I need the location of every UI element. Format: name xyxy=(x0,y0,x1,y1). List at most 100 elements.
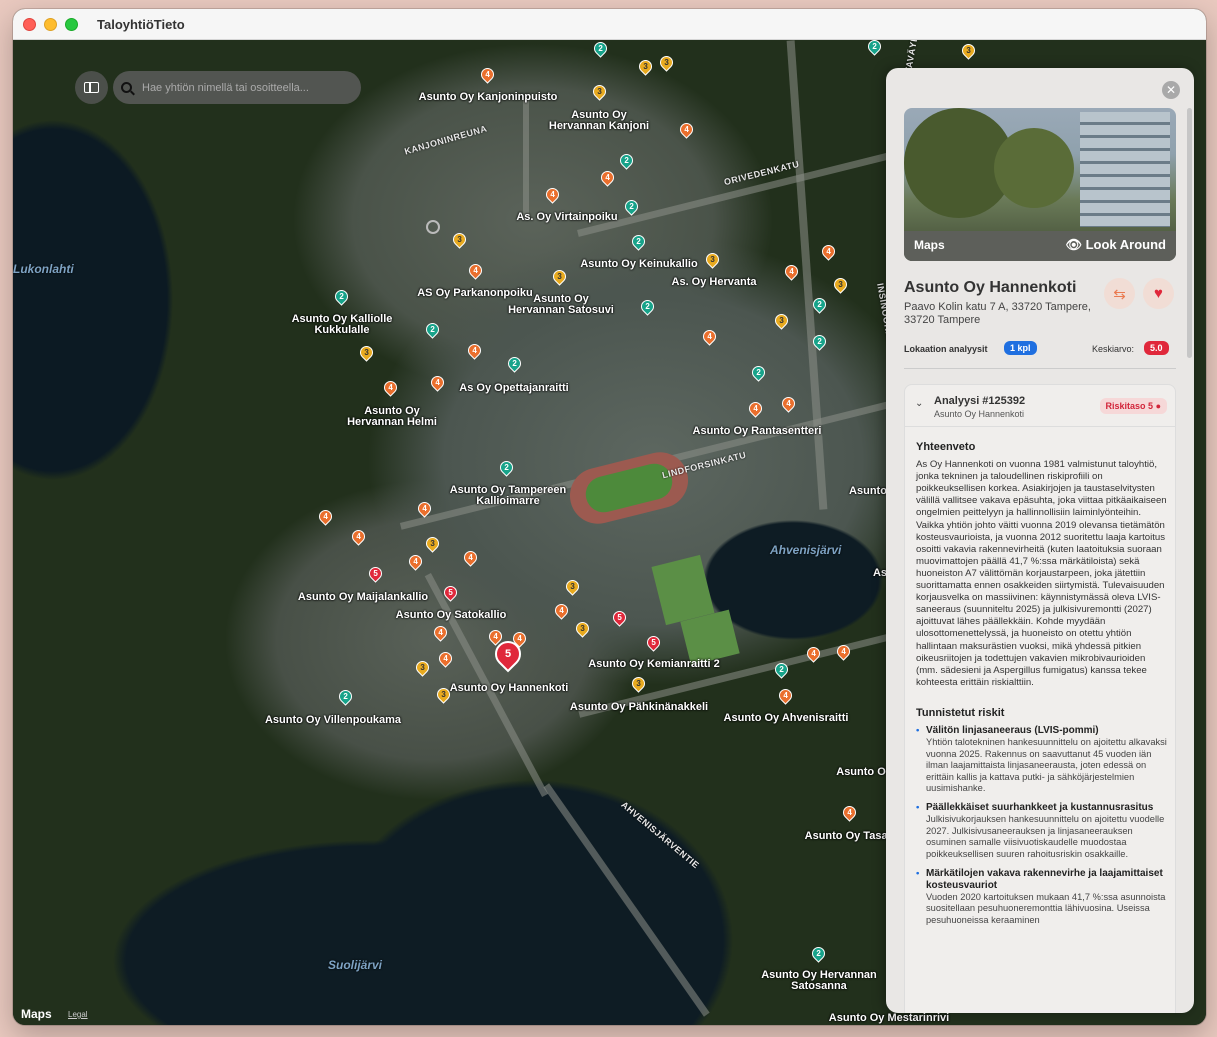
map-pin[interactable]: 5 xyxy=(644,633,663,652)
map-pin[interactable]: 4 xyxy=(316,507,335,526)
favorite-button[interactable]: ♥ xyxy=(1143,278,1174,309)
map-label[interactable]: Asunto Oy Maijalankallio xyxy=(298,592,428,603)
map-pin[interactable]: 3 xyxy=(450,230,469,249)
map-label[interactable]: Asunto Oy Keinukallio xyxy=(580,259,697,270)
map-pin[interactable]: 2 xyxy=(497,458,516,477)
map-pin[interactable]: 3 xyxy=(590,82,609,101)
map-pin[interactable]: 3 xyxy=(772,311,791,330)
close-panel-button[interactable]: ✕ xyxy=(1162,81,1180,99)
map-label[interactable]: Asunto Oy Hannenkoti xyxy=(450,683,569,694)
map-pin[interactable]: 4 xyxy=(478,65,497,84)
map-label[interactable]: Asunto xyxy=(849,486,887,497)
map-label[interactable]: Asunto Oy Hervannan Kanjoni xyxy=(544,110,654,132)
map-pin[interactable]: 4 xyxy=(406,552,425,571)
map-label[interactable]: Asunto Oy Hervannan Helmi xyxy=(342,406,442,428)
sidebar-toggle-button[interactable] xyxy=(75,71,108,104)
map-pin[interactable]: 2 xyxy=(809,944,828,963)
map-pin[interactable]: 4 xyxy=(779,394,798,413)
map-label[interactable]: Asunto Oy Kanjoninpuisto xyxy=(419,92,558,103)
map-pin[interactable]: 4 xyxy=(782,262,801,281)
map-pin[interactable]: 3 xyxy=(703,250,722,269)
map-pin[interactable]: 2 xyxy=(505,354,524,373)
map-pin[interactable]: 4 xyxy=(466,261,485,280)
water-label: Lukonlahti xyxy=(13,262,74,276)
minimize-window-button[interactable] xyxy=(44,18,57,31)
zoom-window-button[interactable] xyxy=(65,18,78,31)
map-label[interactable]: Asunto Oy Kemianraitti 2 xyxy=(588,659,719,670)
location-count-badge[interactable]: 1 kpl xyxy=(1004,341,1037,355)
panel-scrollbar[interactable] xyxy=(1187,108,1192,358)
map-pin[interactable]: 3 xyxy=(959,41,978,60)
map-label[interactable]: Asunto Oy Tampereen Kallioimarre xyxy=(447,485,569,507)
map-pin[interactable]: 2 xyxy=(336,687,355,706)
map-label[interactable]: Asunto Oy Satokallio xyxy=(396,610,507,621)
map-pin[interactable]: 3 xyxy=(413,658,432,677)
map-pin[interactable]: 4 xyxy=(436,649,455,668)
map-label[interactable]: Asunto Oy Villenpoukama xyxy=(265,715,401,726)
map-pin[interactable]: 3 xyxy=(423,534,442,553)
property-address: Paavo Kolin katu 7 A, 33720 Tampere, 337… xyxy=(904,301,1091,326)
map-pin[interactable]: 4 xyxy=(677,120,696,139)
street-label: AHVENISJÄRVENTIE xyxy=(619,799,702,871)
map-pin[interactable]: 3 xyxy=(657,53,676,72)
map-pin[interactable]: 5 xyxy=(366,564,385,583)
map-label[interactable]: Asunto Oy Ahvenisraitti xyxy=(724,713,849,724)
map-label[interactable]: Asunto Oy Pähkinänakkeli xyxy=(570,702,708,713)
analysis-subtitle: Asunto Oy Hannenkoti xyxy=(934,409,1025,419)
analysis-title: Analyysi #125392 xyxy=(934,395,1026,407)
binoculars-icon: 👁 xyxy=(1065,237,1086,252)
map-label[interactable]: As xyxy=(873,568,887,579)
detail-panel: ✕ Maps 👁 Look Around Asunto Oy Hannenkot… xyxy=(886,68,1194,1013)
map-label[interactable]: As Oy Opettajanraitti xyxy=(459,383,568,394)
map-pin[interactable]: 3 xyxy=(573,619,592,638)
search-bar[interactable] xyxy=(113,71,361,104)
map-pin[interactable]: 3 xyxy=(831,275,850,294)
map-pin[interactable]: 4 xyxy=(381,378,400,397)
map-label[interactable]: Asunto Oy Kalliolle Kukkulalle xyxy=(289,314,395,336)
map-pin[interactable]: 4 xyxy=(552,601,571,620)
map-pin[interactable]: 4 xyxy=(819,242,838,261)
map-pin[interactable]: 4 xyxy=(431,623,450,642)
map-pin[interactable]: 2 xyxy=(865,40,884,56)
map-pin[interactable]: 2 xyxy=(591,40,610,58)
map-pin[interactable]: 4 xyxy=(840,803,859,822)
map-pin[interactable]: 4 xyxy=(598,168,617,187)
search-input[interactable] xyxy=(142,81,342,94)
map-pin[interactable]: 3 xyxy=(563,577,582,596)
map-pin[interactable]: 2 xyxy=(749,363,768,382)
map-label[interactable]: Asunto O xyxy=(836,767,886,778)
map-label[interactable]: Asunto Oy Rantasentteri xyxy=(693,426,822,437)
map-label[interactable]: Asunto Oy Tasata xyxy=(805,831,898,842)
map-label[interactable]: Asunto Oy Mestarinrivi xyxy=(829,1013,949,1024)
legal-link[interactable]: Legal xyxy=(68,1010,88,1019)
compare-button[interactable]: ⇆ xyxy=(1104,278,1135,309)
map-pin[interactable]: 4 xyxy=(428,373,447,392)
map-pin[interactable]: 2 xyxy=(423,320,442,339)
look-around-preview[interactable]: Maps 👁 Look Around xyxy=(904,108,1176,261)
map-label[interactable]: As. Oy Hervanta xyxy=(672,277,757,288)
map-pin[interactable]: 3 xyxy=(550,267,569,286)
map-pin[interactable]: 4 xyxy=(776,686,795,705)
look-around-button[interactable]: 👁 Look Around xyxy=(1065,237,1166,253)
map-pin[interactable]: 3 xyxy=(357,343,376,362)
analysis-header[interactable]: ⌄ Analyysi #125392 Asunto Oy Hannenkoti … xyxy=(905,385,1175,427)
map-pin[interactable]: 4 xyxy=(543,185,562,204)
map-pin[interactable]: 4 xyxy=(465,341,484,360)
map-pin[interactable]: 4 xyxy=(349,527,368,546)
map-pin[interactable]: 3 xyxy=(629,674,648,693)
map-pin[interactable]: 3 xyxy=(636,57,655,76)
map-label[interactable]: Asunto Oy Hervannan Satosanna xyxy=(760,970,878,992)
map-label[interactable]: Asunto Oy Hervannan Satosuvi xyxy=(505,294,617,316)
map-pin[interactable]: 2 xyxy=(638,297,657,316)
map-pin[interactable]: 4 xyxy=(746,399,765,418)
map-pin[interactable]: 2 xyxy=(332,287,351,306)
map-pin[interactable]: 4 xyxy=(461,548,480,567)
chevron-down-icon[interactable]: ⌄ xyxy=(915,398,923,409)
map-pin[interactable]: 5 xyxy=(610,608,629,627)
map-pin[interactable]: 4 xyxy=(700,327,719,346)
map-pin[interactable]: 2 xyxy=(617,151,636,170)
map-pin[interactable]: 2 xyxy=(629,232,648,251)
map-label[interactable]: As. Oy Virtainpoiku xyxy=(516,212,617,223)
map-pin[interactable]: 2 xyxy=(622,197,641,216)
close-window-button[interactable] xyxy=(23,18,36,31)
